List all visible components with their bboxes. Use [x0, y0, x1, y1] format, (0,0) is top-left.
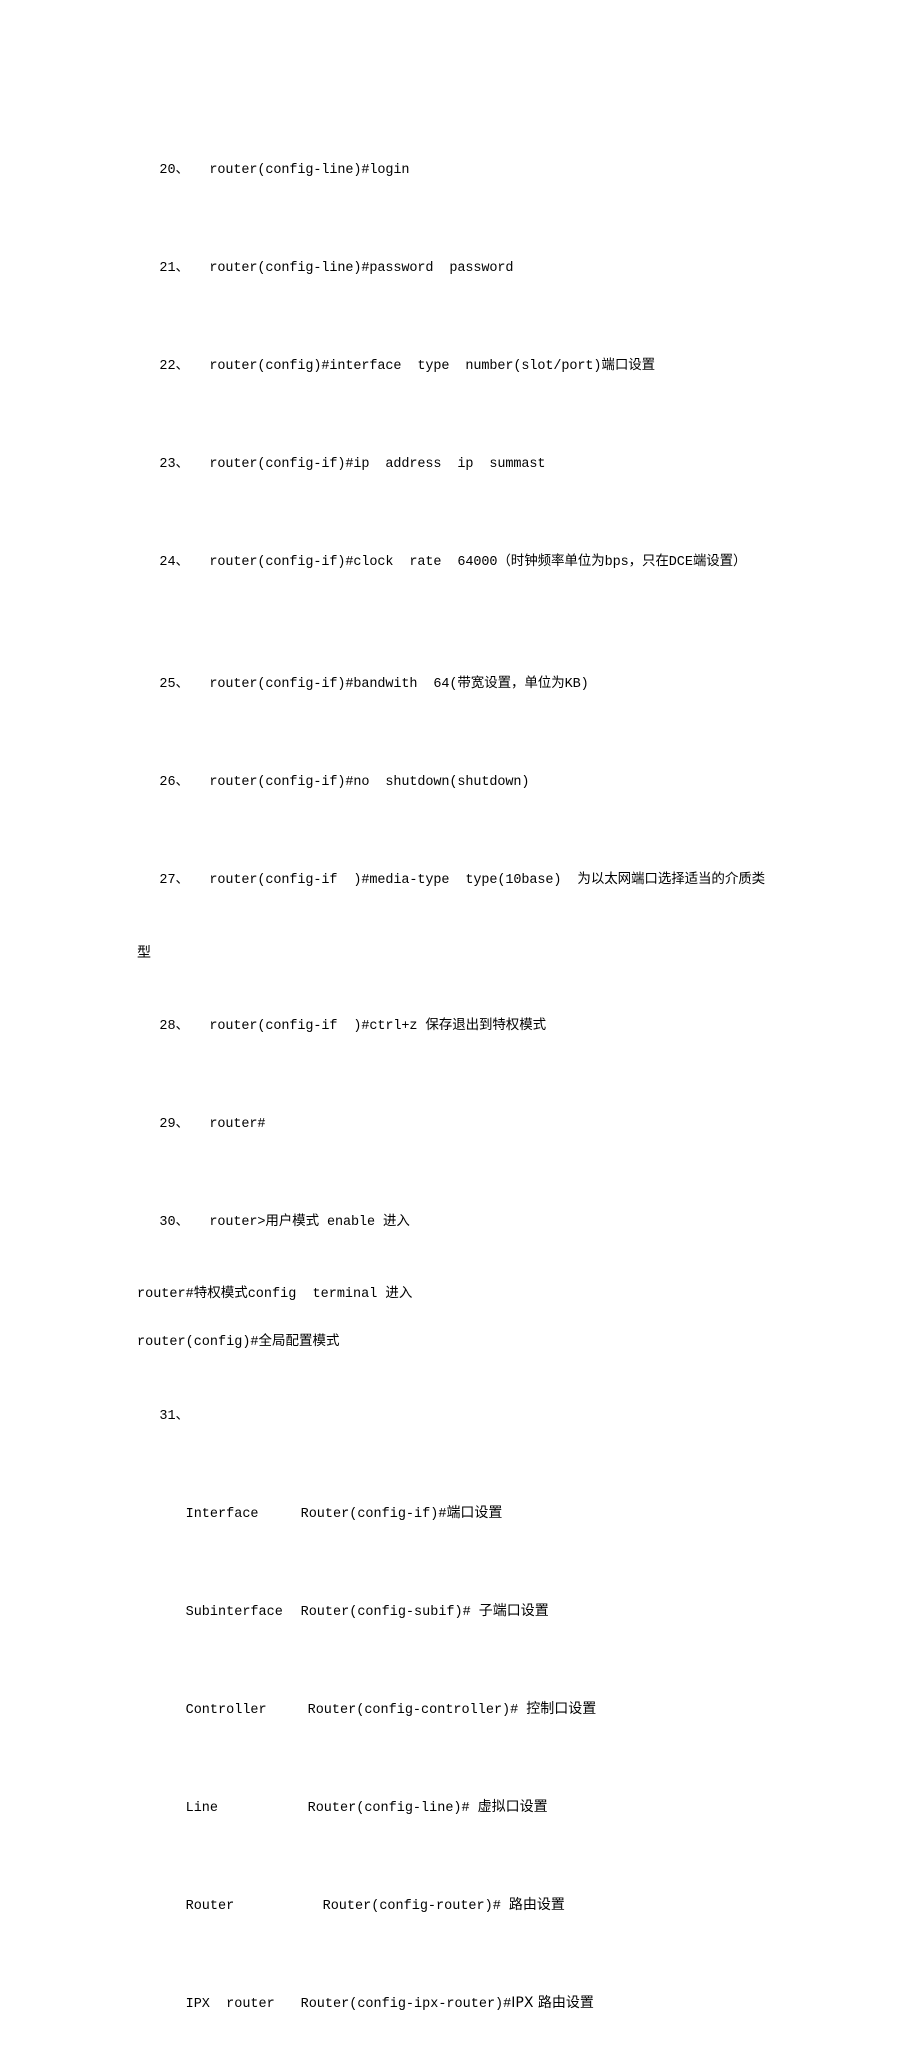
table-row: Interface Router(config-if)#端口设置 [137, 1477, 787, 1551]
list-item-text: router(config-if)#ip address ip summast [209, 457, 546, 472]
table-cell-prompt: Router(config-subif)# [300, 1605, 471, 1620]
list-item-number: 23、 [159, 457, 190, 472]
list-item-number: 28、 [159, 1019, 190, 1034]
table-cell-prompt: Router(config-if)# [300, 1507, 447, 1522]
table-cell-prompt: Router(config-router)# [322, 1899, 501, 1914]
table-cell-prompt: Router(config-ipx-router)# [300, 1997, 512, 2012]
table-row: Subinterface Router(config-subif)# 子端口设置 [137, 1575, 787, 1649]
list-item-number: 26、 [159, 775, 190, 790]
list-item: 25、 router(config-if)#bandwith 64(带宽设置，单位… [137, 647, 787, 721]
document-body: 20、 router(config-line)#login 21、 router(c… [137, 133, 787, 2065]
list-item: 28、 router(config-if )#ctrl+z 保存退出到特权模式 [137, 989, 787, 1063]
list-item: 30、 router>用户模式 enable 进入 [137, 1185, 787, 1259]
table-cell-desc: 路由设置 [508, 1897, 565, 1913]
list-item-number: 29、 [159, 1117, 190, 1132]
list-item: 27、 router(config-if )#media-type type(10… [137, 843, 787, 917]
table-cell-mode: IPX router [185, 1997, 275, 2012]
list-item-number: 30、 [159, 1215, 190, 1230]
list-item-number: 20、 [159, 163, 190, 178]
table-cell-mode: Line [185, 1801, 219, 1816]
list-item-text: router(config-if )#ctrl+z 保存退出到特权模式 [209, 1019, 546, 1034]
table-row: Router Router(config-router)# 路由设置 [137, 1869, 787, 1943]
list-item-text: router(config-if )#media-type type(10bas… [209, 873, 766, 888]
list-item-text: router(config-if)#clock rate 64000（时钟频率单… [209, 555, 747, 570]
table-cell-prompt: Router(config-line)# [307, 1801, 470, 1816]
list-item-number: 21、 [159, 261, 190, 276]
list-item: 20、 router(config-line)#login [137, 133, 787, 207]
table-cell-desc: 虚拟口设置 [477, 1799, 548, 1815]
table-cell-desc: IPX 路由设置 [511, 1995, 594, 2011]
list-item-text: router(config-line)#login [209, 163, 410, 178]
table-row: IPX router Router(config-ipx-router)#IPX … [137, 1967, 787, 2041]
list-item: 26、 router(config-if)#no shutdown(shutdow… [137, 745, 787, 819]
list-item-continuation: 型 [137, 945, 151, 961]
table-cell-mode: Router [185, 1899, 235, 1914]
document-page: 20、 router(config-line)#login 21、 router(c… [0, 0, 920, 2012]
list-item-text: router(config-if)#bandwith 64(带宽设置，单位为KB… [209, 677, 589, 692]
table-cell-prompt: Router(config-controller)# [307, 1703, 519, 1718]
list-item-text: router(config-line)#password password [209, 261, 514, 276]
mode-note-privileged: router#特权模式config terminal 进入 [137, 1287, 413, 1302]
table-row: Controller Router(config-controller)# 控制口设… [137, 1673, 787, 1747]
table-cell-desc: 控制口设置 [526, 1701, 597, 1717]
list-item: 29、 router# [137, 1087, 787, 1161]
table-cell-desc: 端口设置 [446, 1505, 503, 1521]
table-cell-desc: 子端口设置 [478, 1603, 549, 1619]
list-item-number: 31、 [159, 1409, 190, 1424]
list-item: 24、 router(config-if)#clock rate 64000（时钟… [137, 525, 787, 599]
list-item-number: 24、 [159, 555, 190, 570]
mode-note-global-config: router(config)#全局配置模式 [137, 1335, 340, 1350]
list-item: 31、 [137, 1379, 787, 1453]
list-item: 23、 router(config-if)#ip address ip summa… [137, 427, 787, 501]
list-item-text: router# [209, 1117, 266, 1132]
list-item-text: router(config-if)#no shutdown(shutdown) [209, 775, 530, 790]
list-item-number: 22、 [159, 359, 190, 374]
table-row: Line Router(config-line)# 虚拟口设置 [137, 1771, 787, 1845]
table-cell-mode: Interface [185, 1507, 259, 1522]
list-item: 22、 router(config)#interface type number(… [137, 329, 787, 403]
list-item: 21、 router(config-line)#password password [137, 231, 787, 305]
list-item-number: 27、 [159, 873, 190, 888]
table-cell-mode: Subinterface [185, 1605, 283, 1620]
list-item-text: router>用户模式 enable 进入 [209, 1215, 410, 1230]
list-item-text: router(config)#interface type number(slo… [209, 359, 656, 374]
table-cell-mode: Controller [185, 1703, 267, 1718]
list-item-number: 25、 [159, 677, 190, 692]
